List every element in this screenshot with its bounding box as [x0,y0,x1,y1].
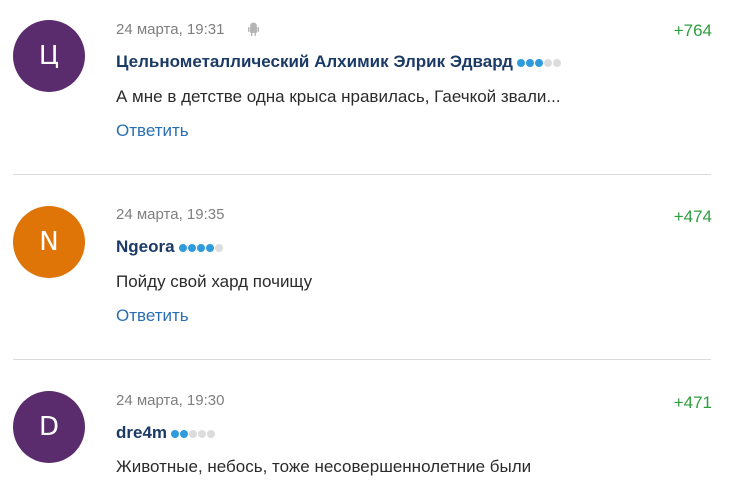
android-icon [248,22,259,36]
avatar[interactable]: N [13,206,85,278]
comment-author[interactable]: Цельнометаллический Алхимик Элрик Эдвард [116,52,562,73]
user-rating-dots [516,52,562,72]
reply-link[interactable]: Ответить [116,121,189,141]
comment-text: Пойду свой хард почищу [116,272,313,291]
author-name[interactable]: Цельнометаллический Алхимик Элрик Эдвард [116,52,513,71]
divider [13,359,711,360]
user-rating-dots [178,237,224,257]
author-name[interactable]: Ngeora [116,237,175,256]
reply-link[interactable]: Ответить [116,306,189,326]
comment-author[interactable]: dre4m [116,423,216,444]
comment-score: +474 [673,207,712,226]
avatar[interactable]: D [13,391,85,463]
comment-author[interactable]: Ngeora [116,237,224,258]
comment-date: 24 марта, 19:30 [116,392,225,409]
author-name[interactable]: dre4m [116,423,167,442]
avatar[interactable]: Ц [13,20,85,92]
comment-score: +764 [673,21,712,40]
comment-date: 24 марта, 19:35 [116,206,225,223]
comment-text: Животные, небось, тоже несовершеннолетни… [116,457,532,476]
comment-date: 24 марта, 19:31 [116,21,225,38]
comment-score: +471 [673,393,712,412]
comment-text: А мне в детстве одна крыса нравилась, Га… [116,87,561,106]
user-rating-dots [171,423,216,443]
divider [13,174,711,175]
